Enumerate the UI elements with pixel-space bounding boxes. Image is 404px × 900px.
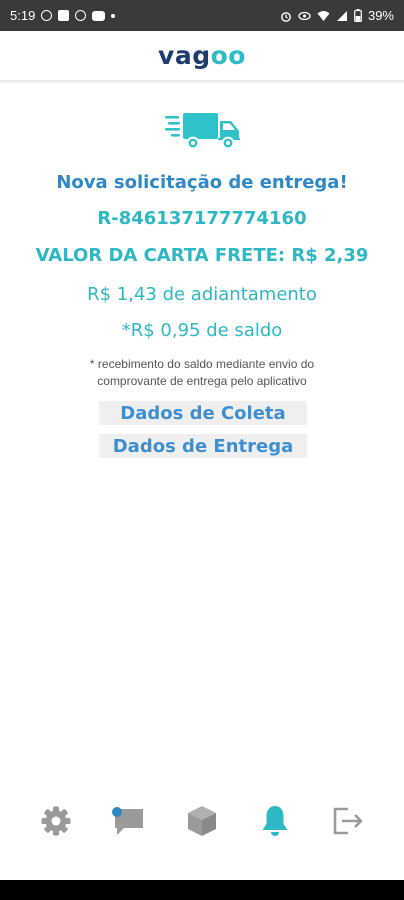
instagram-icon	[75, 10, 87, 21]
status-bar: 5:19 39%	[0, 0, 404, 31]
logout-icon	[333, 807, 362, 835]
freight-value: VALOR DA CARTA FRETE: R$ 2,39	[35, 245, 369, 266]
notifications-button[interactable]	[255, 801, 295, 841]
alarm-icon	[281, 11, 291, 22]
settings-button[interactable]	[36, 801, 76, 841]
balance-note-line2: comprovante de entrega pelo aplicativo	[97, 374, 307, 388]
balance-note-line1: * recebimento do saldo mediante envio do	[89, 357, 315, 371]
battery-icon	[354, 9, 362, 22]
settings-icon	[41, 806, 71, 836]
delivery-details-button[interactable]: Dados de Entrega	[99, 434, 307, 458]
request-code: R-846137177774160	[97, 208, 307, 229]
wifi-icon	[317, 10, 330, 21]
bell-icon	[262, 806, 288, 836]
youtube-icon	[92, 10, 106, 21]
system-navigation-bar	[0, 880, 404, 900]
request-title: Nova solicitação de entrega!	[56, 172, 348, 193]
whatsapp-icon	[41, 10, 53, 21]
advance-amount: R$ 1,43 de adiantamento	[87, 284, 317, 305]
package-button[interactable]	[182, 801, 222, 841]
notification-app-icon	[58, 10, 70, 21]
more-notifications-icon	[111, 13, 116, 18]
package-icon	[187, 806, 216, 836]
pickup-details-button[interactable]: Dados de Coleta	[99, 401, 307, 425]
vagoo-logo: vag oo	[158, 41, 246, 70]
status-time: 5:19	[10, 8, 36, 23]
bottom-navigation	[0, 790, 404, 852]
chat-button[interactable]	[109, 801, 149, 841]
eye-icon	[298, 11, 311, 20]
logout-button[interactable]	[328, 801, 368, 841]
logo-text-teal: oo	[210, 41, 246, 70]
logo-text-dark: vag	[158, 41, 211, 70]
balance-amount: *R$ 0,95 de saldo	[121, 320, 283, 341]
app-header: vag oo	[0, 31, 404, 80]
delivery-truck-icon	[165, 113, 240, 150]
battery-percent: 39%	[367, 8, 394, 23]
signal-icon	[336, 10, 347, 21]
